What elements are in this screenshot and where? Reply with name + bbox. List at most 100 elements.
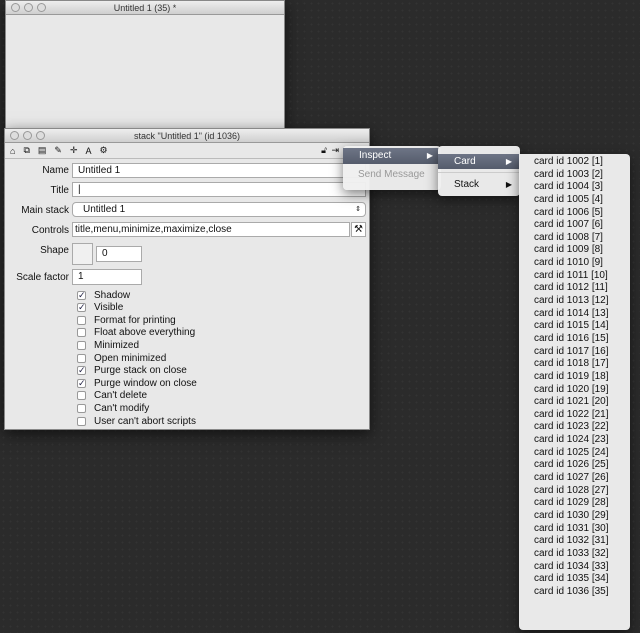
checkbox-label: Format for printing [94, 314, 176, 326]
checkbox-box[interactable]: ✓ [77, 290, 86, 300]
menu-item-card[interactable]: card id 1015 [14] [519, 320, 630, 333]
checkbox-user-can-t-abort-scripts[interactable]: User can't abort scripts [77, 415, 196, 427]
menu-item-card[interactable]: card id 1018 [17] [519, 358, 630, 371]
menu-item-card[interactable]: card id 1002 [1] [519, 156, 630, 169]
scale-factor-label: Scale factor [16, 272, 69, 283]
menu-item-card[interactable]: card id 1012 [11] [519, 282, 630, 295]
menu-item-card[interactable]: card id 1010 [9] [519, 257, 630, 270]
checkbox-box[interactable] [77, 315, 86, 325]
menu-item-card[interactable]: card id 1006 [5] [519, 207, 630, 220]
home-icon[interactable]: ⌂ [10, 146, 15, 156]
title-bar[interactable]: Untitled 1 (35) * [6, 1, 284, 15]
checkbox-can-t-delete[interactable]: Can't delete [77, 390, 147, 402]
title-field[interactable]: | [72, 182, 366, 197]
title-label: Title [50, 185, 69, 196]
menu-item-card[interactable]: card id 1035 [34] [519, 573, 630, 586]
checkbox-float-above-everything[interactable]: Float above everything [77, 327, 195, 339]
window-buttons[interactable] [10, 131, 45, 140]
menu-item-card[interactable]: card id 1030 [29] [519, 510, 630, 523]
menu-item-card[interactable]: card id 1033 [32] [519, 548, 630, 561]
menu-item-card[interactable]: card id 1029 [28] [519, 497, 630, 510]
menu-item-card[interactable]: card id 1028 [27] [519, 485, 630, 498]
menu-item-inspect[interactable]: Inspect ▶ [343, 148, 441, 164]
menu-item-card[interactable]: card id 1011 [10] [519, 270, 630, 283]
menu-item-card[interactable]: Card ▶ [438, 154, 520, 169]
checkbox-minimized[interactable]: Minimized [77, 339, 139, 351]
checkbox-box[interactable] [77, 353, 86, 363]
menu-item-card[interactable]: card id 1023 [22] [519, 421, 630, 434]
checkbox-label: Shadow [94, 289, 131, 301]
menu-item-card[interactable]: card id 1013 [12] [519, 295, 630, 308]
scale-factor-field[interactable]: 1 [72, 269, 142, 285]
checkbox-box[interactable]: ✓ [77, 366, 86, 376]
inspect-submenu: Card ▶ Stack ▶ [438, 146, 520, 196]
menu-item-card[interactable]: card id 1009 [8] [519, 244, 630, 257]
name-field[interactable]: Untitled 1 [72, 163, 366, 178]
checkbox-box[interactable] [77, 403, 86, 413]
shape-preview[interactable] [72, 243, 93, 265]
checkbox-box[interactable] [77, 328, 86, 338]
zoom-button[interactable] [36, 131, 45, 140]
checkbox-box[interactable] [77, 391, 86, 401]
move-icon[interactable]: ✛ [70, 145, 78, 156]
checkbox-purge-stack-on-close[interactable]: ✓ Purge stack on close [77, 365, 187, 377]
shape-field[interactable]: 0 [96, 246, 142, 262]
menu-item-card[interactable]: card id 1025 [24] [519, 447, 630, 460]
cards-icon[interactable]: ⧉ [23, 145, 29, 156]
menu-item-card[interactable]: card id 1034 [33] [519, 561, 630, 574]
menu-item-card[interactable]: card id 1017 [16] [519, 346, 630, 359]
export-icon[interactable]: ⇥ [331, 145, 339, 156]
minimize-button[interactable] [23, 131, 32, 140]
menu-item-card[interactable]: card id 1036 [35] [519, 586, 630, 599]
controls-field[interactable]: title,menu,minimize,maximize,close [72, 222, 350, 237]
menu-item-card[interactable]: card id 1016 [15] [519, 333, 630, 346]
close-button[interactable] [10, 131, 19, 140]
text-icon[interactable]: A [85, 146, 91, 156]
database-icon[interactable]: ▤ [38, 145, 47, 156]
menu-item-card[interactable]: card id 1003 [2] [519, 169, 630, 182]
checkbox-label: Can't modify [94, 402, 150, 414]
menu-item-card[interactable]: card id 1032 [31] [519, 535, 630, 548]
checkbox-label: Float above everything [94, 327, 196, 339]
property-inspector: stack "Untitled 1" (id 1036) ⌂ ⧉ ▤ ✎ ✛ A ⚙ 🔓︎ … [4, 128, 370, 430]
checkbox-shadow[interactable]: ✓ Shadow [77, 289, 130, 301]
checkbox-purge-window-on-close[interactable]: ✓ Purge window on close [77, 377, 197, 389]
checkbox-box[interactable] [77, 416, 86, 426]
main-stack-select[interactable]: Untitled 1 ⇕ [72, 202, 366, 217]
zoom-button[interactable] [37, 3, 46, 12]
title-bar[interactable]: stack "Untitled 1" (id 1036) [5, 129, 369, 143]
select-arrows-icon: ⇕ [355, 206, 361, 213]
menu-item-card[interactable]: card id 1031 [30] [519, 523, 630, 536]
menu-item-card[interactable]: card id 1007 [6] [519, 219, 630, 232]
checkbox-box[interactable]: ✓ [77, 303, 86, 313]
lock-icon[interactable]: 🔓︎ [321, 145, 327, 156]
menu-item-card[interactable]: card id 1026 [25] [519, 459, 630, 472]
magic-wand-icon: ⚒ [354, 224, 363, 235]
checkbox-label: Can't delete [94, 390, 148, 402]
menu-item-card[interactable]: card id 1022 [21] [519, 409, 630, 422]
pencil-icon[interactable]: ✎ [54, 145, 62, 156]
checkbox-can-t-modify[interactable]: Can't modify [77, 402, 149, 414]
menu-item-card[interactable]: card id 1005 [4] [519, 194, 630, 207]
menu-item-card[interactable]: card id 1021 [20] [519, 396, 630, 409]
checkbox-open-minimized[interactable]: Open minimized [77, 352, 166, 364]
settings-icon[interactable]: ⚙ [100, 145, 108, 156]
menu-item-card[interactable]: card id 1004 [3] [519, 181, 630, 194]
menu-item-card[interactable]: card id 1020 [19] [519, 384, 630, 397]
magic-wand-button[interactable]: ⚒ [351, 222, 366, 237]
minimize-button[interactable] [24, 3, 33, 12]
checkbox-box[interactable]: ✓ [77, 378, 86, 388]
checkbox-box[interactable] [77, 340, 86, 350]
menu-item-card[interactable]: card id 1027 [26] [519, 472, 630, 485]
menu-item-card[interactable]: card id 1024 [23] [519, 434, 630, 447]
close-button[interactable] [11, 3, 20, 12]
menu-item-card[interactable]: card id 1019 [18] [519, 371, 630, 384]
checkbox-format-for-printing[interactable]: Format for printing [77, 314, 176, 326]
menu-item-stack[interactable]: Stack ▶ [438, 176, 520, 193]
menu-item-card[interactable]: card id 1008 [7] [519, 232, 630, 245]
inspector-toolbar: ⌂ ⧉ ▤ ✎ ✛ A ⚙ 🔓︎ ⇥ [5, 143, 369, 159]
checkbox-label: User can't abort scripts [94, 415, 196, 427]
checkbox-visible[interactable]: ✓ Visible [77, 302, 123, 314]
window-buttons[interactable] [11, 3, 46, 12]
menu-item-card[interactable]: card id 1014 [13] [519, 308, 630, 321]
